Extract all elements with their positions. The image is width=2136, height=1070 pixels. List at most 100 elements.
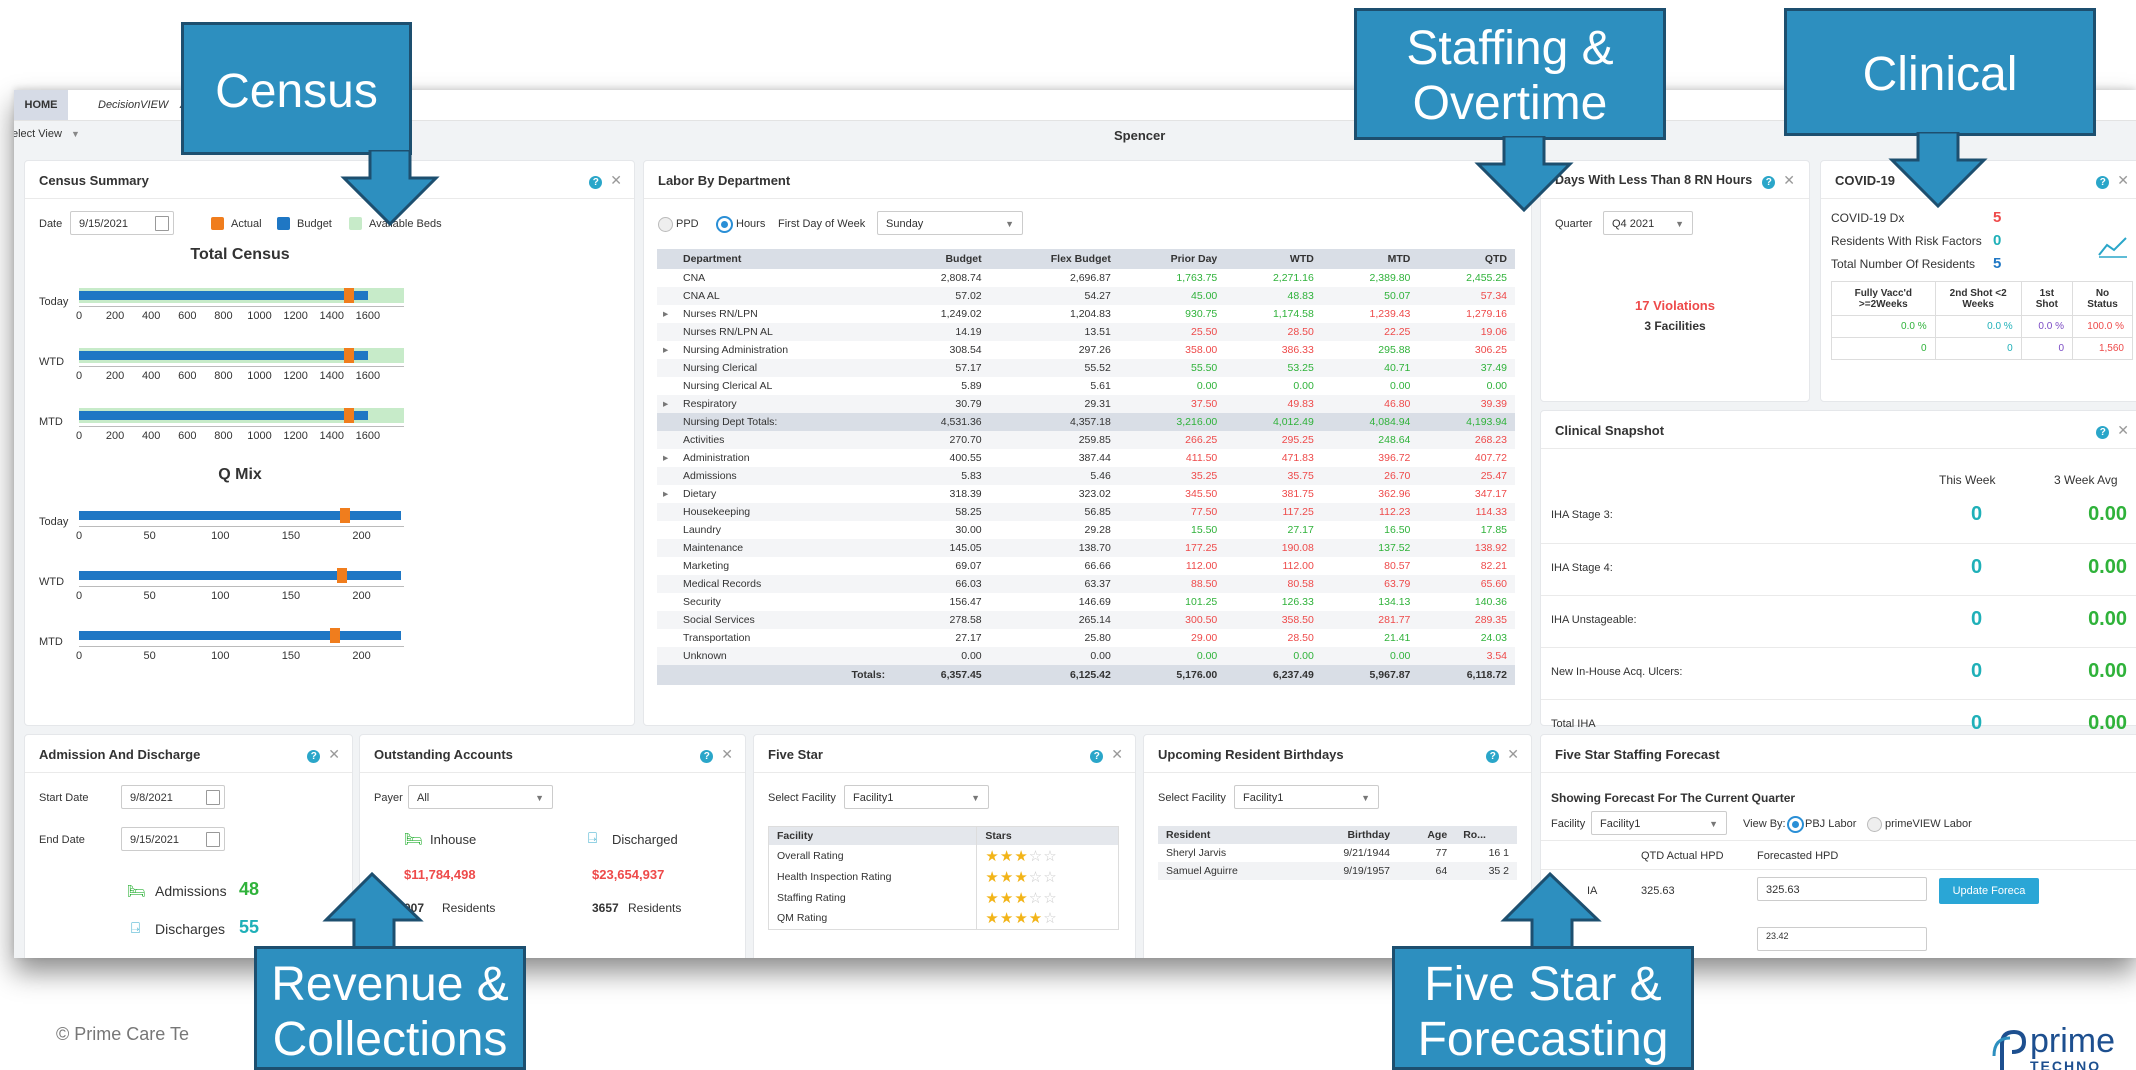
close-icon[interactable]: ✕ — [1111, 746, 1123, 762]
table-row[interactable]: Social Services 278.58 265.14 300.50 358.50 2… — [657, 611, 1515, 629]
table-row[interactable]: Overall Rating ★★★☆☆ — [768, 845, 1119, 866]
select-view-dropdown[interactable]: elect View ▼ — [14, 128, 80, 140]
star-icon: ★ — [999, 889, 1015, 907]
close-icon[interactable]: ✕ — [610, 172, 622, 188]
help-icon[interactable]: ? — [589, 176, 603, 189]
forecast-input[interactable]: 325.63 — [1757, 877, 1927, 901]
table-row[interactable]: Administration ▸ 400.55 387.44 411.50 471.83 3… — [657, 449, 1515, 467]
star-icon: ☆ — [1028, 868, 1044, 886]
table-row[interactable]: Housekeeping 58.25 56.85 77.50 117.25 112.23 1… — [657, 503, 1515, 521]
close-icon[interactable]: ✕ — [1507, 746, 1519, 762]
help-icon[interactable]: ? — [1486, 750, 1500, 763]
forecast-input[interactable]: 23.42 — [1757, 927, 1927, 951]
table-row[interactable]: Transportation 27.17 25.80 29.00 28.50 21.41 2… — [657, 629, 1515, 647]
facility-select[interactable]: Facility1 ▼ — [1591, 811, 1727, 835]
expand-icon[interactable]: ▸ — [663, 344, 668, 356]
hours-radio[interactable] — [716, 216, 733, 233]
primeview-labor-radio[interactable] — [1867, 817, 1882, 832]
risk-factors-value: 0 — [1993, 232, 2002, 249]
help-icon[interactable]: ? — [2096, 426, 2110, 439]
pbj-labor-radio[interactable] — [1787, 816, 1804, 833]
table-row[interactable]: Nursing Clerical AL 5.89 5.61 0.00 0.00 0.00 0… — [657, 377, 1515, 395]
close-icon[interactable]: ✕ — [721, 746, 733, 762]
help-icon[interactable]: ? — [700, 750, 714, 763]
col-header[interactable]: Budget — [893, 249, 990, 269]
star-icon: ☆ — [1043, 847, 1058, 865]
calendar-icon[interactable] — [155, 216, 169, 231]
cell-value: 0.00 — [1293, 650, 1314, 662]
table-row[interactable]: Marketing 69.07 66.66 112.00 112.00 80.57 82.2… — [657, 557, 1515, 575]
table-row[interactable]: CNA AL 57.02 54.27 45.00 48.83 50.07 57.34 — [657, 287, 1515, 305]
col-header[interactable]: QTD — [1418, 249, 1515, 269]
facility-label: Facility — [1551, 818, 1586, 830]
quarter-select[interactable]: Q4 2021 ▼ — [1603, 211, 1693, 235]
table-row[interactable]: Nurses RN/LPN ▸ 1,249.02 1,204.83 930.75 1,17… — [657, 305, 1515, 323]
table-row[interactable]: Maintenance 145.05 138.70 177.25 190.08 137.5… — [657, 539, 1515, 557]
first-day-select[interactable]: Sunday ▼ — [877, 211, 1023, 235]
table-row[interactable]: Health Inspection Rating ★★★☆☆ — [768, 866, 1119, 887]
tick-label: 150 — [281, 590, 301, 602]
close-icon[interactable]: ✕ — [328, 746, 340, 762]
col-header[interactable]: MTD — [1322, 249, 1419, 269]
expand-icon[interactable]: ▸ — [663, 398, 668, 410]
tab-decisionview[interactable]: DecisionVIEW — [88, 90, 178, 120]
table-row[interactable]: Medical Records 66.03 63.37 88.50 80.58 63.79… — [657, 575, 1515, 593]
help-icon[interactable]: ? — [1762, 176, 1776, 189]
table-row[interactable]: Nursing Dept Totals: 4,531.36 4,357.18 3,21… — [657, 413, 1515, 431]
update-forecast-button[interactable]: Update Foreca — [1939, 878, 2039, 904]
risk-factors-label: Residents With Risk Factors — [1831, 234, 1982, 248]
department-name: Medical Records — [683, 578, 762, 590]
qmix-title: Q Mix — [218, 466, 262, 483]
census-date-input[interactable]: 9/15/2021 — [70, 211, 174, 235]
payer-select[interactable]: All ▼ — [408, 785, 553, 809]
ppd-radio[interactable] — [658, 217, 673, 232]
expand-icon[interactable]: ▸ — [663, 452, 668, 464]
close-icon[interactable]: ✕ — [2117, 422, 2129, 438]
table-row[interactable]: Staffing Rating ★★★☆☆ — [768, 887, 1119, 908]
facility-select[interactable]: Facility1 ▼ — [844, 785, 989, 809]
facilities-count: 3 Facilities — [1644, 319, 1706, 333]
help-icon[interactable]: ? — [307, 750, 321, 763]
cell-value: 101.25 — [1185, 596, 1218, 608]
table-row[interactable]: Dietary ▸ 318.39 323.02 345.50 381.75 362.96 34… — [657, 485, 1515, 503]
facility-select[interactable]: Facility1 ▼ — [1234, 785, 1379, 809]
tick-label: 400 — [142, 430, 161, 442]
table-row[interactable]: Admissions 5.83 5.46 35.25 35.75 26.70 25.47 — [657, 467, 1515, 485]
table-row[interactable]: Laundry 30.00 29.28 15.50 27.17 16.50 17.85 — [657, 521, 1515, 539]
tab-home[interactable]: HOME — [14, 90, 68, 120]
table-row[interactable]: Unknown 0.00 0.00 0.00 0.00 0.00 3.54 — [657, 647, 1515, 665]
department-name: Unknown — [683, 650, 727, 662]
cell-value: 266.25 — [1185, 434, 1218, 446]
close-icon[interactable]: ✕ — [2117, 172, 2129, 188]
end-date-input[interactable]: 9/15/2021 — [121, 827, 225, 851]
snapshot-label: IHA Stage 4: — [1551, 562, 1613, 574]
trend-chart-icon[interactable] — [2097, 233, 2129, 259]
table-row[interactable]: Respiratory ▸ 30.79 29.31 37.50 49.83 46.80 39.… — [657, 395, 1515, 413]
expand-icon[interactable]: ▸ — [663, 488, 668, 500]
help-icon[interactable]: ? — [1090, 750, 1104, 763]
table-row[interactable]: Samuel Aguirre 9/19/1957 64 35 2 — [1158, 862, 1517, 880]
col-header[interactable]: Flex Budget — [990, 249, 1119, 269]
table-row[interactable]: Sheryl Jarvis 9/21/1944 77 16 1 — [1158, 844, 1517, 862]
table-row[interactable]: QM Rating ★★★★☆ — [768, 908, 1119, 929]
calendar-icon[interactable] — [206, 790, 220, 805]
calendar-icon[interactable] — [206, 832, 220, 847]
start-date-input[interactable]: 9/8/2021 — [121, 785, 225, 809]
close-icon[interactable]: ✕ — [1783, 172, 1795, 188]
tick-label: 400 — [142, 310, 161, 322]
table-row[interactable]: CNA 2,808.74 2,696.87 1,763.75 2,271.16 2,389… — [657, 269, 1515, 287]
table-row[interactable]: Nursing Clerical 57.17 55.52 55.50 53.25 40.7… — [657, 359, 1515, 377]
tick-label: 600 — [178, 430, 197, 442]
expand-icon[interactable]: ▸ — [663, 308, 668, 320]
cell-value: 3.54 — [1486, 650, 1507, 662]
table-row[interactable]: Nursing Administration ▸ 308.54 297.26 358.0… — [657, 341, 1515, 359]
tick-label: 1200 — [283, 310, 308, 322]
col-header[interactable]: Department — [657, 249, 893, 269]
table-row[interactable]: Nurses RN/LPN AL 14.19 13.51 25.50 28.50 22.2… — [657, 323, 1515, 341]
table-row[interactable]: Security 156.47 146.69 101.25 126.33 134.13 14… — [657, 593, 1515, 611]
brand-sub: TECHNO — [2030, 1058, 2102, 1070]
help-icon[interactable]: ? — [2096, 176, 2110, 189]
table-row[interactable]: Activities 270.70 259.85 266.25 295.25 248.64… — [657, 431, 1515, 449]
col-header[interactable]: WTD — [1225, 249, 1322, 269]
col-header[interactable]: Prior Day — [1119, 249, 1225, 269]
